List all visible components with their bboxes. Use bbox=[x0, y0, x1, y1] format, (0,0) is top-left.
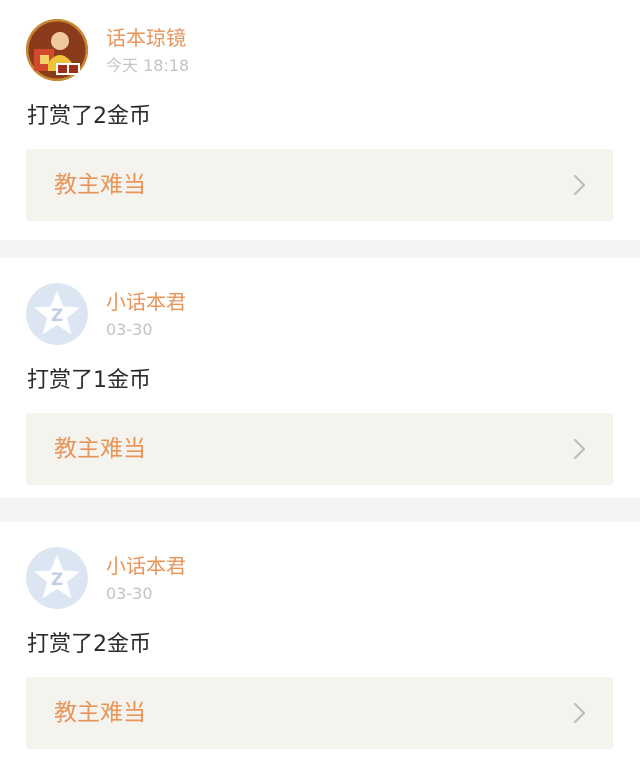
book-link-card[interactable]: 教主难当 bbox=[26, 413, 613, 485]
chevron-right-icon bbox=[573, 438, 586, 460]
book-title: 教主难当 bbox=[54, 700, 146, 726]
book-title: 教主难当 bbox=[54, 172, 146, 198]
svg-text:Z: Z bbox=[51, 306, 63, 326]
username[interactable]: 小话本君 bbox=[106, 290, 186, 314]
default-avatar-icon: Z bbox=[26, 283, 88, 345]
chevron-right-icon bbox=[573, 702, 586, 724]
reward-message: 打赏了2金币 bbox=[27, 104, 151, 129]
username[interactable]: 话本琼镜 bbox=[106, 26, 186, 50]
book-title: 教主难当 bbox=[54, 436, 146, 462]
avatar[interactable]: Z bbox=[26, 547, 88, 609]
timestamp: 03-30 bbox=[106, 584, 153, 603]
timestamp: 今天 18:18 bbox=[106, 56, 190, 75]
book-link-card[interactable]: 教主难当 bbox=[26, 149, 613, 221]
feed-item: Z 小话本君 03-30 打赏了1金币 教主难当 bbox=[0, 258, 640, 498]
book-link-card[interactable]: 教主难当 bbox=[26, 677, 613, 749]
feed-item: 话本琼镜 今天 18:18 打赏了2金币 教主难当 bbox=[0, 0, 640, 240]
chevron-right-icon bbox=[573, 174, 586, 196]
svg-text:Z: Z bbox=[51, 570, 63, 590]
avatar[interactable]: Z bbox=[26, 283, 88, 345]
reward-message: 打赏了1金币 bbox=[27, 368, 151, 393]
avatar[interactable] bbox=[26, 19, 88, 81]
profile-photo-icon bbox=[26, 19, 88, 81]
feed-item: Z 小话本君 03-30 打赏了2金币 教主难当 bbox=[0, 522, 640, 776]
default-avatar-icon: Z bbox=[26, 547, 88, 609]
timestamp: 03-30 bbox=[106, 320, 153, 339]
reward-message: 打赏了2金币 bbox=[27, 632, 151, 657]
username[interactable]: 小话本君 bbox=[106, 554, 186, 578]
